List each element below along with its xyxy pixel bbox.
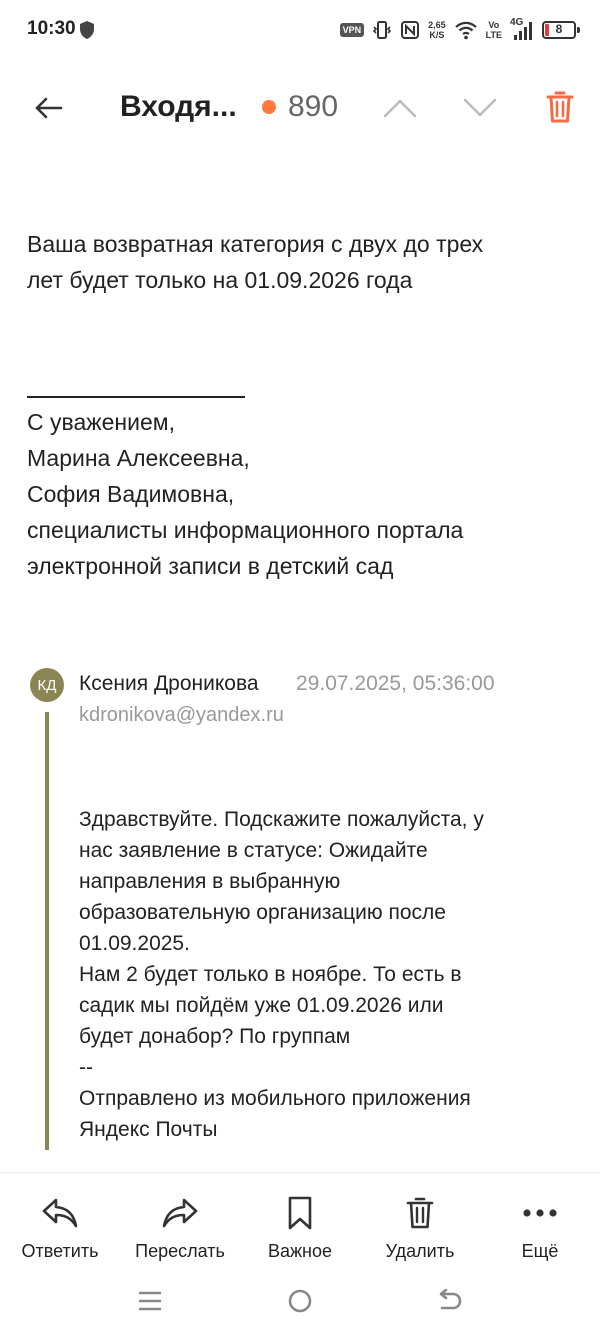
volte-top: Vo (488, 20, 500, 30)
quote-line: Яндекс Почты (79, 1118, 218, 1141)
more-button[interactable]: Ещё (480, 1193, 600, 1271)
quote-bar (45, 712, 49, 1150)
system-back-button[interactable] (430, 1284, 470, 1318)
battery-level: 8 (555, 22, 563, 36)
quote-sender-name[interactable]: Ксения Дроникова (79, 672, 259, 696)
body-line: лет будет только на 01.09.2026 года (27, 267, 413, 293)
quote-sender-email[interactable]: kdronikova@yandex.ru (79, 704, 284, 727)
quote-body: Здравствуйте. Подскажите пожалуйста, у н… (79, 804, 579, 1145)
delete-button[interactable] (540, 86, 580, 128)
quote-line: Здравствуйте. Подскажите пожалуйста, у (79, 808, 484, 831)
signature-line: София Вадимовна, (27, 481, 235, 507)
next-message-button[interactable] (458, 88, 502, 128)
quote-line: 01.09.2025. (79, 932, 190, 955)
unread-count: 890 (288, 90, 339, 123)
status-time: 10:30 (27, 18, 76, 39)
quote-date: 29.07.2025, 05:36:00 (296, 672, 495, 695)
reply-icon (42, 1198, 78, 1228)
volte-bottom: LTE (485, 30, 502, 40)
forward-button[interactable]: Переслать (120, 1193, 240, 1271)
important-button[interactable]: Важное (240, 1193, 360, 1271)
wifi-icon (454, 21, 477, 40)
folder-title[interactable]: Входя... (120, 90, 237, 124)
speed-value: 2,65 (428, 20, 446, 30)
signature-line: электронной записи в детский сад (27, 553, 394, 579)
quote-line: направления в выбранную (79, 870, 341, 893)
message-header: Входя... 890 (0, 70, 600, 144)
quote-line: будет донабор? По группам (79, 1025, 351, 1048)
more-label: Ещё (521, 1241, 559, 1261)
unread-dot (262, 100, 276, 114)
arrow-left-icon (35, 97, 63, 119)
signature: С уважением, Марина Алексеевна, София Ва… (27, 404, 587, 584)
home-circle-icon (288, 1289, 312, 1313)
home-button[interactable] (280, 1284, 320, 1318)
quote-line: -- (79, 1056, 93, 1079)
bookmark-icon (288, 1196, 312, 1230)
back-arrow-icon (439, 1289, 462, 1310)
reply-button[interactable]: Ответить (0, 1193, 120, 1271)
chevron-up-icon (383, 99, 417, 118)
reply-label: Ответить (21, 1241, 99, 1261)
quote-line: Нам 2 будет только в ноябре. То есть в (79, 963, 462, 986)
battery-icon: 8 (542, 21, 580, 39)
delete-toolbar-button[interactable]: Удалить (360, 1193, 480, 1271)
signature-line: С уважением, (27, 409, 175, 435)
trash-icon (406, 1197, 434, 1229)
avatar[interactable]: КД (30, 668, 64, 702)
vpn-badge: VPN (339, 23, 365, 37)
signature-line: специалисты информационного портала (27, 517, 464, 543)
system-navigation-bar (0, 1272, 600, 1332)
quote-line: Отправлено из мобильного приложения (79, 1087, 471, 1110)
more-dots-icon (523, 1209, 557, 1217)
quote-line: нас заявление в статусе: Ожидайте (79, 839, 428, 862)
previous-message-button[interactable] (378, 88, 422, 128)
status-bar: 10:30 VPN 2,65 K/S Vo LTE 4G 8 (0, 0, 600, 60)
battery-tip (577, 27, 580, 33)
quote-line: садик мы пойдём уже 01.09.2026 или (79, 994, 444, 1017)
message-toolbar: Ответить Переслать Важное Удалить Ещё (0, 1172, 600, 1272)
quote-line: образовательную организацию после (79, 901, 446, 924)
recent-apps-button[interactable] (130, 1284, 170, 1318)
forward-label: Переслать (135, 1241, 225, 1261)
vibrate-icon (372, 21, 392, 39)
body-line: Ваша возвратная категория с двух до трех (27, 231, 484, 257)
menu-icon (138, 1291, 162, 1311)
back-button[interactable] (28, 88, 68, 128)
nfc-icon (401, 21, 420, 39)
speed-unit: K/S (429, 30, 445, 40)
signature-divider (27, 396, 245, 398)
signature-line: Марина Алексеевна, (27, 445, 250, 471)
signal-icon (514, 22, 532, 40)
signal-4g: 4G (510, 17, 534, 41)
delete-label: Удалить (385, 1241, 455, 1261)
forward-icon (162, 1198, 198, 1228)
chevron-down-icon (463, 98, 497, 117)
message-body: Ваша возвратная категория с двух до трех… (27, 226, 577, 298)
important-label: Важное (267, 1241, 333, 1261)
network-speed: 2,65 K/S (428, 20, 446, 40)
trash-icon (546, 91, 574, 123)
shield-icon (80, 21, 94, 39)
volte-indicator: Vo LTE (486, 20, 502, 40)
status-icons: VPN 2,65 K/S Vo LTE 4G 8 (339, 14, 580, 46)
